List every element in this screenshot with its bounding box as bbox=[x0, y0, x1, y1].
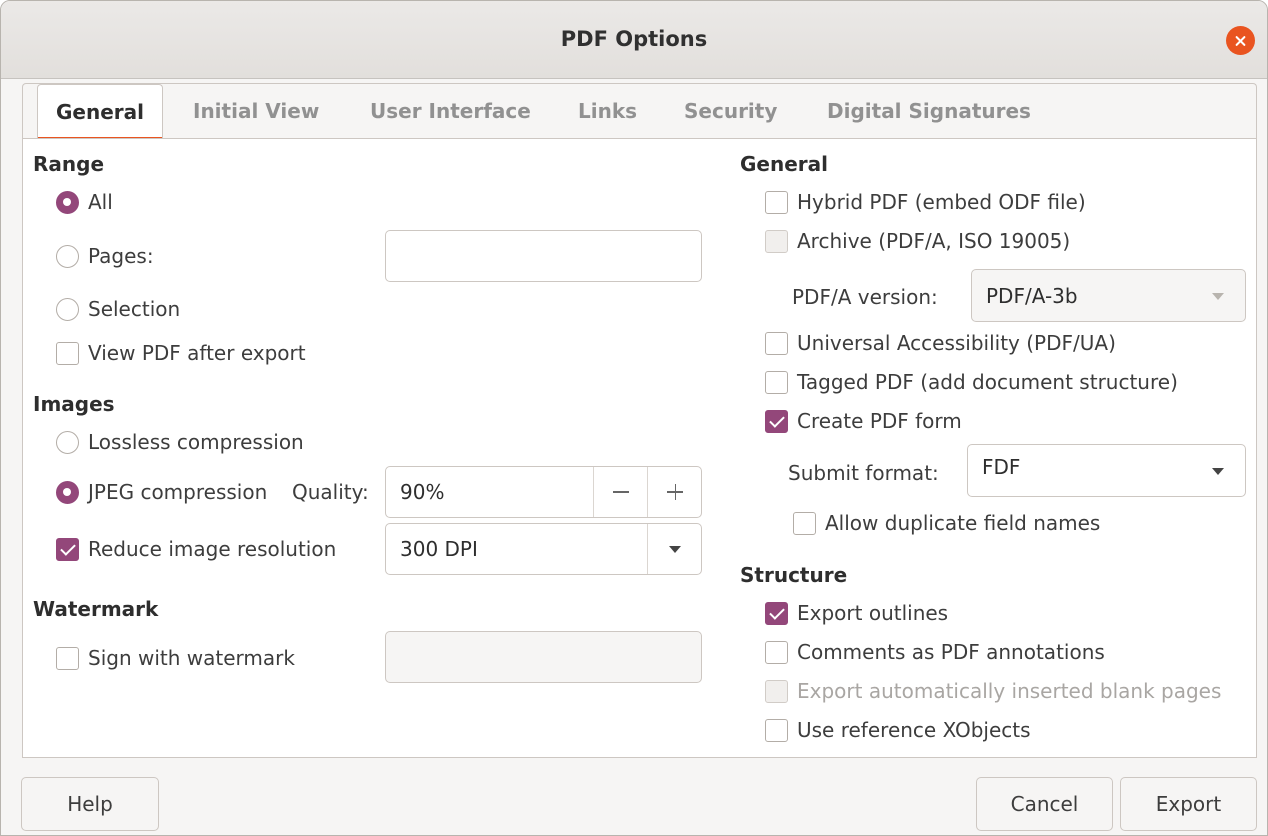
reduce-resolution-label: Reduce image resolution bbox=[88, 537, 337, 561]
tab-initial-view[interactable]: Initial View bbox=[175, 84, 337, 140]
cancel-button[interactable]: Cancel bbox=[976, 777, 1113, 831]
watermark-heading: Watermark bbox=[33, 597, 159, 621]
chevron-down-icon bbox=[669, 546, 681, 553]
pages-input[interactable] bbox=[385, 230, 702, 282]
comments-annotations-label: Comments as PDF annotations bbox=[797, 640, 1105, 664]
checkbox-icon[interactable] bbox=[793, 512, 816, 535]
images-heading: Images bbox=[33, 392, 115, 416]
export-outlines-label: Export outlines bbox=[797, 601, 949, 625]
checkbox-icon[interactable] bbox=[765, 191, 788, 214]
radio-icon[interactable] bbox=[56, 431, 79, 454]
resolution-dropdown-button[interactable] bbox=[647, 524, 701, 574]
tab-links[interactable]: Links bbox=[560, 84, 655, 140]
title-bar: PDF Options bbox=[1, 1, 1267, 79]
range-selection-label: Selection bbox=[88, 297, 181, 321]
close-icon[interactable] bbox=[1226, 26, 1255, 55]
tab-general[interactable]: General bbox=[37, 84, 163, 140]
checkbox-icon[interactable] bbox=[765, 719, 788, 742]
view-after-export-label: View PDF after export bbox=[88, 341, 306, 365]
minus-icon[interactable] bbox=[593, 467, 647, 517]
pdfa-version-label: PDF/A version: bbox=[792, 285, 938, 309]
quality-spinbox[interactable]: 90% bbox=[385, 466, 702, 518]
universal-accessibility-label: Universal Accessibility (PDF/UA) bbox=[797, 331, 1116, 355]
tab-bar: General Initial View User Interface Link… bbox=[22, 83, 1257, 140]
reference-xobjects-label: Use reference XObjects bbox=[797, 718, 1031, 742]
quality-value: 90% bbox=[400, 480, 445, 504]
checkbox-icon[interactable] bbox=[56, 342, 79, 365]
radio-selected-icon[interactable] bbox=[56, 481, 79, 504]
blank-pages-label: Export automatically inserted blank page… bbox=[797, 679, 1222, 703]
resolution-combobox[interactable]: 300 DPI bbox=[385, 523, 702, 575]
checkbox-checked-icon[interactable] bbox=[56, 538, 79, 561]
radio-icon[interactable] bbox=[56, 298, 79, 321]
create-form-label: Create PDF form bbox=[797, 409, 962, 433]
lossless-label: Lossless compression bbox=[88, 430, 304, 454]
submit-format-label: Submit format: bbox=[788, 461, 939, 485]
quality-label: Quality: bbox=[292, 480, 369, 504]
general-heading: General bbox=[740, 152, 828, 176]
tab-digital-signatures[interactable]: Digital Signatures bbox=[809, 84, 1049, 140]
submit-format-combobox[interactable]: FDF bbox=[967, 444, 1246, 497]
resolution-value: 300 DPI bbox=[400, 537, 478, 561]
hybrid-pdf-label: Hybrid PDF (embed ODF file) bbox=[797, 190, 1086, 214]
checkbox-checked-icon[interactable] bbox=[765, 602, 788, 625]
checkbox-icon[interactable] bbox=[765, 371, 788, 394]
chevron-down-icon bbox=[1212, 293, 1224, 300]
plus-icon[interactable] bbox=[647, 467, 701, 517]
radio-selected-icon[interactable] bbox=[56, 191, 79, 214]
tagged-pdf-label: Tagged PDF (add document structure) bbox=[797, 370, 1178, 394]
range-all-label: All bbox=[88, 190, 113, 214]
jpeg-label: JPEG compression bbox=[88, 480, 268, 504]
sign-watermark-label: Sign with watermark bbox=[88, 646, 295, 670]
pdfa-version-value: PDF/A-3b bbox=[986, 283, 1078, 308]
checkbox-icon[interactable] bbox=[765, 641, 788, 664]
help-button[interactable]: Help bbox=[21, 777, 159, 831]
export-button[interactable]: Export bbox=[1120, 777, 1257, 831]
allow-duplicate-label: Allow duplicate field names bbox=[825, 511, 1101, 535]
checkbox-disabled-icon[interactable] bbox=[765, 680, 788, 703]
checkbox-icon[interactable] bbox=[765, 332, 788, 355]
range-pages-label: Pages: bbox=[88, 244, 154, 268]
window-title: PDF Options bbox=[560, 27, 708, 51]
tab-user-interface[interactable]: User Interface bbox=[352, 84, 549, 140]
pdf-options-dialog: PDF Options General Initial View User In… bbox=[0, 0, 1268, 836]
range-heading: Range bbox=[33, 152, 105, 176]
checkbox-disabled-icon[interactable] bbox=[765, 230, 788, 253]
checkbox-icon[interactable] bbox=[56, 647, 79, 670]
radio-icon[interactable] bbox=[56, 245, 79, 268]
pdfa-version-combobox[interactable]: PDF/A-3b bbox=[971, 269, 1246, 322]
archive-label: Archive (PDF/A, ISO 19005) bbox=[797, 229, 1071, 253]
watermark-input[interactable] bbox=[385, 631, 702, 683]
tab-security[interactable]: Security bbox=[666, 84, 795, 140]
submit-format-value: FDF bbox=[982, 455, 1021, 479]
structure-heading: Structure bbox=[740, 563, 848, 587]
checkbox-checked-icon[interactable] bbox=[765, 410, 788, 433]
chevron-down-icon bbox=[1212, 468, 1224, 475]
